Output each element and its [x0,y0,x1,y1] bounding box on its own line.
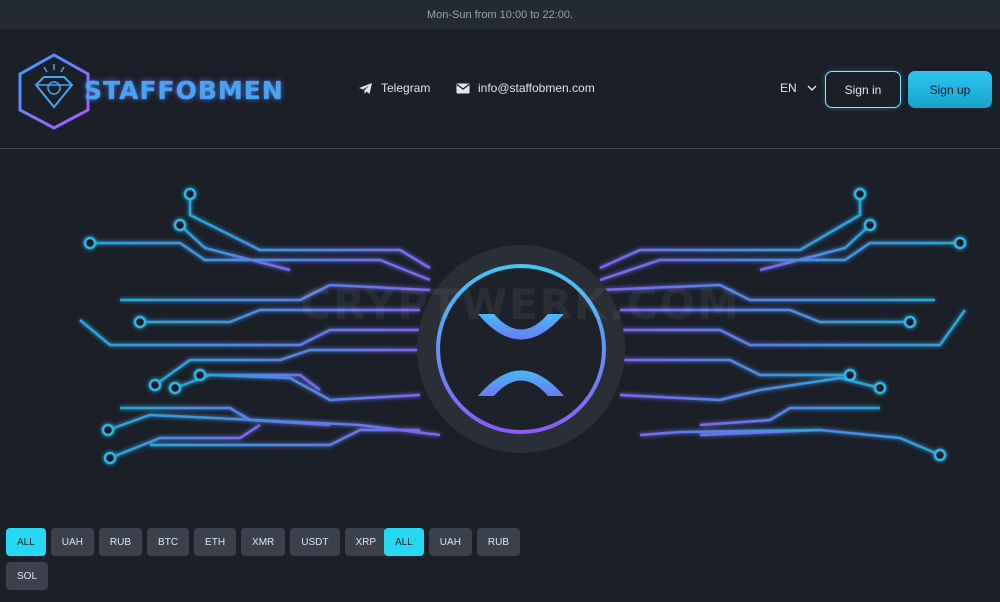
telegram-label: Telegram [381,81,431,95]
filter-chip-rub[interactable]: RUB [98,528,143,556]
chevron-down-icon [807,85,817,91]
circuit-illustration [79,187,967,465]
xrp-coin [417,245,625,453]
site-logo[interactable]: STAFFOBMEN [14,52,304,130]
language-value: EN [780,81,797,95]
filter-chip-uah[interactable]: UAH [50,528,94,556]
currency-filter-right: ALL UAH RUB [384,528,521,556]
hero-banner: CRYPTWERK.COM [0,150,1000,510]
currency-filter-left-row2: SOL [6,562,49,590]
language-selector[interactable]: EN [780,81,817,95]
sign-up-button[interactable]: Sign up [908,71,992,108]
working-hours-bar: Mon-Sun from 10:00 to 22:00. [0,0,1000,29]
email-link[interactable]: info@staffobmen.com [456,81,595,95]
filter-chip-eth[interactable]: ETH [194,528,237,556]
filter-chip-sol[interactable]: SOL [6,562,49,590]
filter-chip-all[interactable]: ALL [6,528,46,556]
filter-chip-uah-right[interactable]: UAH [428,528,472,556]
telegram-link[interactable]: Telegram [358,81,430,95]
currency-filter-left: ALL UAH RUB BTC ETH XMR USDT XRP [6,528,388,556]
filter-chip-btc[interactable]: BTC [147,528,190,556]
site-header: STAFFOBMEN Telegram info@staffobmen.com … [0,29,1000,149]
filter-chip-xrp[interactable]: XRP [344,528,388,556]
working-hours-text: Mon-Sun from 10:00 to 22:00. [426,8,574,21]
mail-icon [456,83,470,93]
sign-in-button[interactable]: Sign in [825,71,901,108]
filter-chip-all-right[interactable]: ALL [384,528,424,556]
telegram-icon [359,82,372,94]
email-label: info@staffobmen.com [478,81,595,95]
filter-chip-xmr[interactable]: XMR [241,528,286,556]
watermark-text: CRYPTWERK.COM [300,280,741,329]
filter-chip-usdt[interactable]: USDT [290,528,340,556]
logo-text: STAFFOBMEN [84,76,284,105]
filter-chip-rub-right[interactable]: RUB [476,528,521,556]
